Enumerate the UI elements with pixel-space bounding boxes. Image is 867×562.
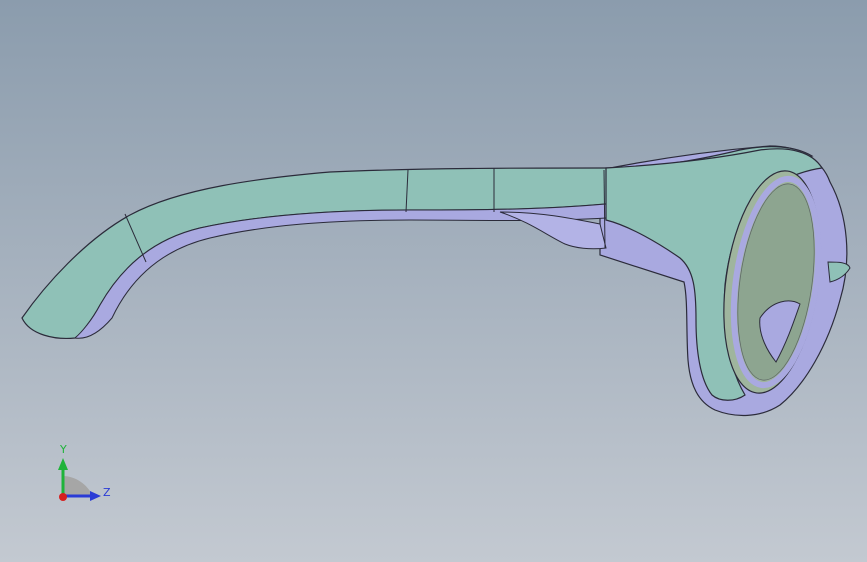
orientation-triad[interactable] <box>45 438 125 513</box>
graphics-viewport[interactable]: Y Z <box>0 0 867 562</box>
triad-plane-shading <box>63 476 93 496</box>
sunglasses-model[interactable] <box>0 0 867 562</box>
y-axis-label: Y <box>60 443 67 456</box>
x-axis-dot <box>59 493 67 501</box>
bridge-tab <box>827 261 851 283</box>
z-arrow-head <box>90 491 101 501</box>
y-arrow-head <box>58 458 68 470</box>
z-axis-label: Z <box>103 486 111 499</box>
